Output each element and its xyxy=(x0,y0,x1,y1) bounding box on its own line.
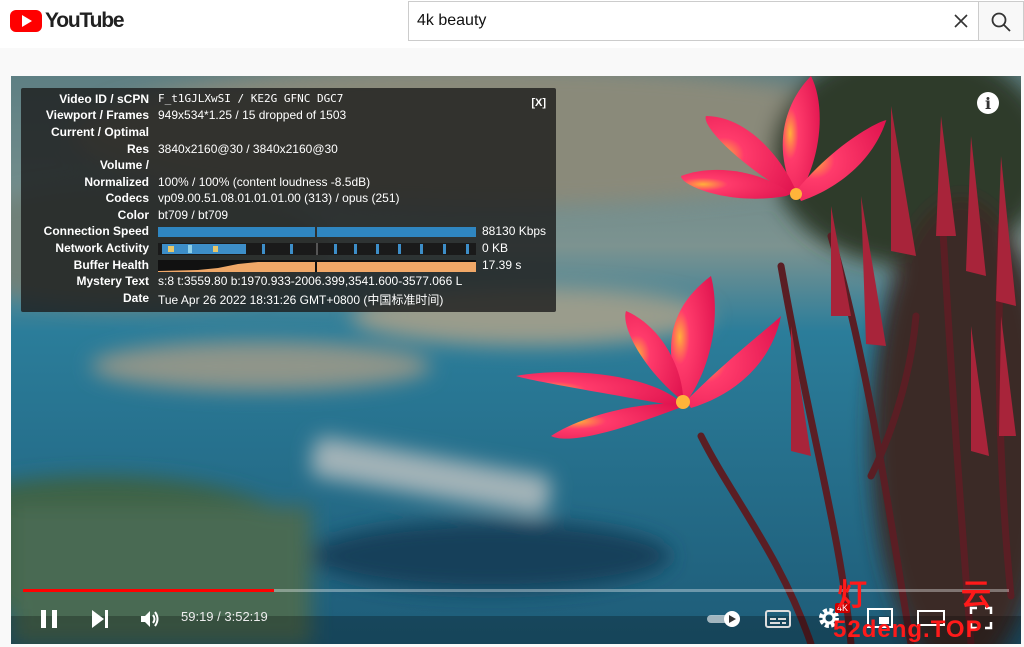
stat-label: Date xyxy=(122,291,149,305)
stat-label: Current / Optimal xyxy=(50,125,149,139)
masthead: YouTube xyxy=(0,0,1024,48)
stat-label: Color xyxy=(117,208,149,222)
stat-label: Buffer Health xyxy=(73,258,149,272)
stat-label: Normalized xyxy=(84,175,149,189)
stat-row-color: Color bt709 / bt709 xyxy=(21,208,556,224)
stat-label: Mystery Text xyxy=(76,274,149,288)
search-button[interactable] xyxy=(978,1,1024,41)
close-icon[interactable] xyxy=(950,10,972,32)
stat-row-normalized: Normalized 100% / 100% (content loudness… xyxy=(21,175,556,191)
stat-label: Connection Speed xyxy=(43,224,149,238)
stat-value: 17.39 s xyxy=(482,258,522,272)
stat-row-viewport: Viewport / Frames 949x534*1.25 / 15 drop… xyxy=(21,108,556,124)
watermark-glyph: 灯 xyxy=(837,579,867,612)
logo-text: YouTube xyxy=(45,9,125,32)
stat-value: 100% / 100% (content loudness -8.5dB) xyxy=(158,175,371,189)
stat-row-volume: Volume / xyxy=(21,158,556,174)
search-box xyxy=(408,1,978,41)
stat-row-buffer-health: Buffer Health 17.39 s xyxy=(21,258,556,274)
stat-value: bt709 / bt709 xyxy=(158,208,229,222)
autoplay-toggle-icon[interactable] xyxy=(705,609,743,629)
stat-label: Volume / xyxy=(99,158,149,172)
buffer-health-graph xyxy=(158,260,476,272)
stat-row-date: Date Tue Apr 26 2022 18:31:26 GMT+0800 (… xyxy=(21,291,556,307)
time-display: 59:19 / 3:52:19 xyxy=(181,609,268,624)
stat-row-res: Res 3840x2160@30 / 3840x2160@30 xyxy=(21,142,556,158)
watermark-glyph: 云 xyxy=(961,579,991,612)
stat-label: Video ID / sCPN xyxy=(59,92,149,106)
stat-label: Network Activity xyxy=(55,241,149,255)
stat-value: vp09.00.51.08.01.01.01.00 (313) / opus (… xyxy=(158,191,400,205)
stat-value: 3840x2160@30 / 3840x2160@30 xyxy=(158,142,338,156)
stat-row-network-activity: Network Activity 0 KB xyxy=(21,241,556,257)
stats-for-nerds-panel: [X] Video ID / sCPN F_t1GJLXwSI / KE2G G… xyxy=(21,88,556,312)
stat-value: 949x534*1.25 / 15 dropped of 1503 xyxy=(158,108,347,122)
progress-played xyxy=(23,589,275,592)
youtube-play-icon xyxy=(10,10,42,32)
stat-row-codecs: Codecs vp09.00.51.08.01.01.01.00 (313) /… xyxy=(21,191,556,207)
stat-value: s:8 t:3559.80 b:1970.933-2006.399,3541.6… xyxy=(158,274,463,288)
search-input[interactable] xyxy=(409,2,929,40)
stat-label: Codecs xyxy=(105,191,149,205)
stat-value: F_t1GJLXwSI / KE2G GFNC DGC7 xyxy=(158,92,344,105)
stat-label: Res xyxy=(126,142,149,156)
watermark-site: 52deng.TOP xyxy=(833,616,983,643)
connection-speed-graph xyxy=(158,227,476,237)
video-player[interactable]: [X] Video ID / sCPN F_t1GJLXwSI / KE2G G… xyxy=(11,76,1021,644)
stat-row-video-id: Video ID / sCPN F_t1GJLXwSI / KE2G GFNC … xyxy=(21,92,556,108)
next-icon[interactable] xyxy=(89,608,111,630)
info-icon[interactable]: i xyxy=(977,92,999,114)
stat-row-connection-speed: Connection Speed 88130 Kbps xyxy=(21,224,556,240)
search-icon xyxy=(991,12,1011,32)
stat-value: 0 KB xyxy=(482,241,509,255)
subtitles-icon[interactable] xyxy=(765,609,791,629)
stat-value: 88130 Kbps xyxy=(482,224,547,238)
network-activity-graph xyxy=(158,243,476,255)
stat-label: Viewport / Frames xyxy=(45,108,149,122)
stat-row-current-optimal: Current / Optimal xyxy=(21,125,556,141)
pause-icon[interactable] xyxy=(38,608,60,630)
youtube-logo[interactable]: YouTube xyxy=(10,8,125,34)
volume-icon[interactable] xyxy=(138,607,162,631)
stat-value: Tue Apr 26 2022 18:31:26 GMT+0800 (中国标准时… xyxy=(158,293,444,307)
stat-row-mystery-text: Mystery Text s:8 t:3559.80 b:1970.933-20… xyxy=(21,274,556,290)
